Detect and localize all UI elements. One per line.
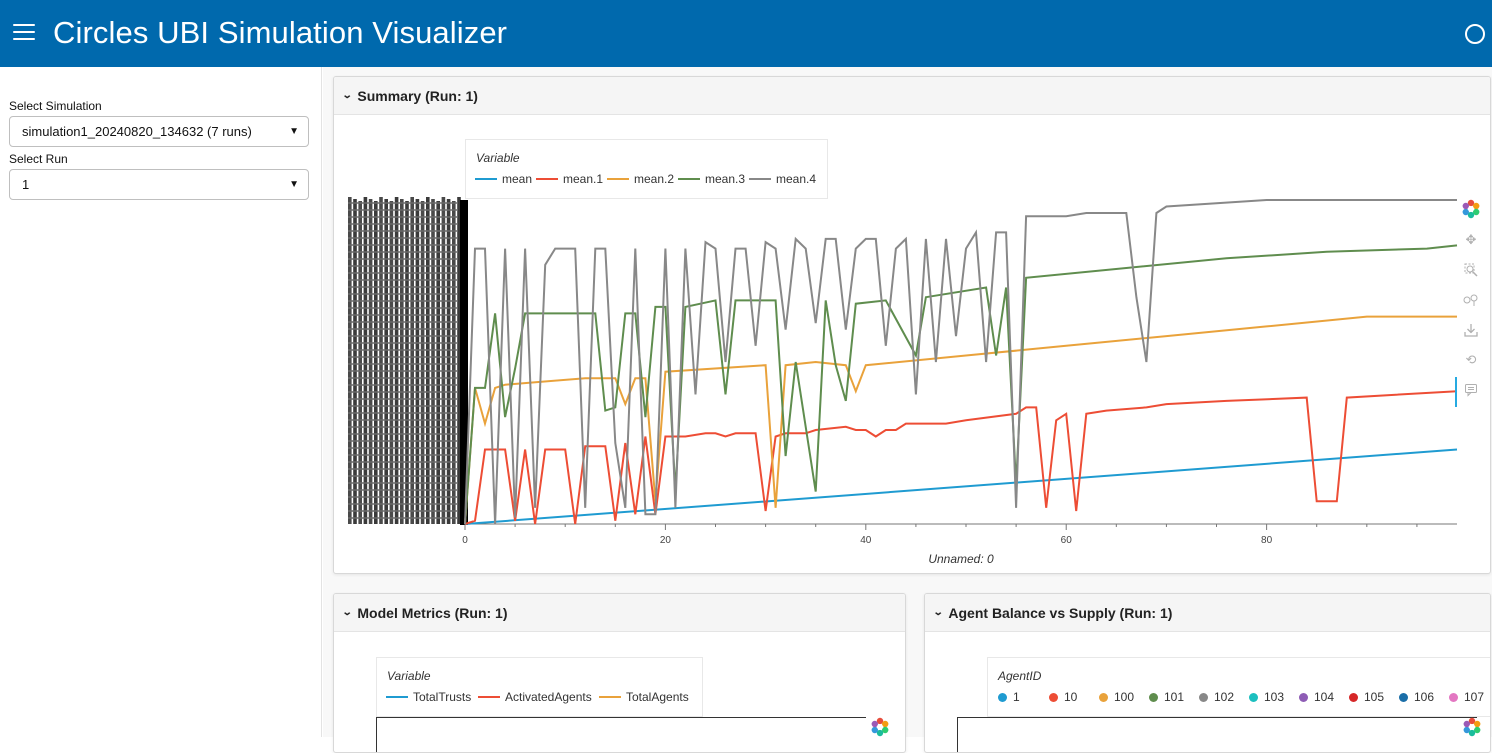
legend-item-agent-100[interactable]: 100	[1099, 690, 1134, 704]
y-tick-label-overlap	[426, 197, 430, 524]
x-tick-label: 40	[860, 535, 872, 546]
chevron-down-icon: ▼	[289, 179, 299, 190]
legend-dot	[1099, 692, 1108, 702]
y-tick-label-overlap	[379, 197, 383, 524]
agent-legend: AgentID 1 10 100 101 102 103 104 105 106 107	[987, 657, 1490, 717]
legend-label: 102	[1214, 690, 1235, 704]
reset-icon[interactable]: ⟲	[1456, 348, 1486, 372]
y-tick-label-overlap	[441, 197, 446, 524]
chevron-down-icon: ⌄	[341, 607, 353, 618]
legend-dot	[1449, 692, 1458, 702]
legend-label: ActivatedAgents	[505, 690, 592, 704]
x-tick-label: 60	[1061, 535, 1073, 546]
box-zoom-icon[interactable]	[1456, 258, 1486, 282]
y-tick-label-overlap	[410, 197, 414, 524]
bokeh-logo-icon[interactable]	[1457, 715, 1487, 739]
x-axis-label: Unnamed: 0	[928, 552, 994, 566]
legend-item-agent-105[interactable]: 105	[1349, 690, 1384, 704]
pan-icon[interactable]: ✥	[1456, 228, 1486, 252]
legend-dot	[1299, 692, 1308, 702]
legend-item-totaltrusts[interactable]: TotalTrusts	[386, 690, 471, 704]
model-metrics-card-title: Model Metrics (Run: 1)	[357, 604, 508, 621]
legend-label: 104	[1314, 690, 1335, 704]
legend-item-agent-103[interactable]: 103	[1249, 690, 1284, 704]
legend-title: AgentID	[998, 669, 1042, 683]
agent-balance-card-header[interactable]: ⌄ Agent Balance vs Supply (Run: 1)	[925, 594, 1490, 632]
legend-dot	[1149, 692, 1158, 702]
select-simulation-value: simulation1_20240820_134632 (7 runs)	[22, 124, 252, 139]
legend-label: 106	[1414, 690, 1435, 704]
y-axis-tick-labels	[348, 197, 461, 524]
legend-item-agent-102[interactable]: 102	[1199, 690, 1234, 704]
legend-label: 107	[1464, 690, 1485, 704]
active-tool-indicator	[1455, 377, 1457, 407]
select-simulation-label: Select Simulation	[9, 99, 102, 113]
select-run-dropdown[interactable]: 1 ▼	[9, 169, 309, 200]
legend-item-agent-10[interactable]: 10	[1049, 690, 1077, 704]
x-tick-label: 0	[462, 535, 468, 546]
app-title: Circles UBI Simulation Visualizer	[53, 15, 508, 50]
legend-dot	[1349, 692, 1358, 702]
sidebar: Select Simulation simulation1_20240820_1…	[0, 67, 322, 737]
legend-item-agent-1[interactable]: 1	[998, 690, 1020, 704]
legend-label: 10	[1064, 690, 1078, 704]
summary-line-chart[interactable]: 0 20 40 60 80 Unnamed: 0	[334, 77, 1491, 574]
main-content: ⌄ Summary (Run: 1) Variable mean mean.1 …	[323, 67, 1492, 753]
legend-label: TotalTrusts	[413, 690, 472, 704]
legend-swatch	[386, 696, 408, 698]
hamburger-menu-icon[interactable]	[13, 24, 35, 42]
chevron-down-icon: ▼	[289, 126, 299, 137]
model-metrics-card-header[interactable]: ⌄ Model Metrics (Run: 1)	[334, 594, 905, 632]
plot-frame	[376, 717, 866, 752]
chart-series	[464, 199, 1458, 525]
legend-dot	[1199, 692, 1208, 702]
x-tick-label: 80	[1261, 535, 1273, 546]
legend-item-agent-101[interactable]: 101	[1149, 690, 1184, 704]
bokeh-logo-icon[interactable]	[865, 715, 895, 739]
legend-label: 105	[1364, 690, 1385, 704]
model-metrics-card: ⌄ Model Metrics (Run: 1) Variable TotalT…	[333, 593, 906, 753]
legend-title: Variable	[387, 669, 431, 683]
chart-toolbar: ✥ ⟲	[1456, 197, 1486, 407]
legend-dot	[1249, 692, 1258, 702]
summary-card: ⌄ Summary (Run: 1) Variable mean mean.1 …	[333, 76, 1491, 574]
legend-label: 100	[1114, 690, 1135, 704]
legend-label: 103	[1264, 690, 1285, 704]
select-simulation-dropdown[interactable]: simulation1_20240820_134632 (7 runs) ▼	[9, 116, 309, 147]
legend-swatch	[599, 696, 621, 698]
app-header: Circles UBI Simulation Visualizer	[0, 0, 1492, 67]
chevron-down-icon: ⌄	[932, 607, 944, 618]
legend-item-agent-106[interactable]: 106	[1399, 690, 1434, 704]
legend-dot	[1049, 692, 1058, 702]
legend-label: 101	[1164, 690, 1185, 704]
agent-balance-card: ⌄ Agent Balance vs Supply (Run: 1) Agent…	[924, 593, 1491, 753]
select-run-label: Select Run	[9, 152, 68, 166]
legend-dot	[998, 692, 1007, 702]
select-run-value: 1	[22, 177, 30, 192]
legend-item-agent-104[interactable]: 104	[1299, 690, 1334, 704]
bokeh-logo-icon[interactable]	[1456, 197, 1486, 221]
legend-dot	[1399, 692, 1408, 702]
metrics-legend: Variable TotalTrusts ActivatedAgents Tot…	[376, 657, 703, 717]
legend-item-activatedagents[interactable]: ActivatedAgents	[478, 690, 592, 704]
wheel-zoom-icon[interactable]	[1456, 288, 1486, 312]
plot-frame	[957, 717, 1477, 752]
legend-item-totalagents[interactable]: TotalAgents	[599, 690, 689, 704]
y-tick-label-overlap	[394, 197, 399, 524]
legend-label: 1	[1013, 690, 1020, 704]
x-tick-label: 20	[660, 535, 672, 546]
busy-indicator-icon	[1465, 24, 1485, 44]
legend-label: TotalAgents	[626, 690, 689, 704]
legend-swatch	[478, 696, 500, 698]
agent-balance-card-title: Agent Balance vs Supply (Run: 1)	[948, 604, 1173, 621]
x-axis-ticks: 0 20 40 60 80	[462, 524, 1418, 546]
series-line-mean-4	[464, 199, 1457, 525]
legend-item-agent-107[interactable]: 107	[1449, 690, 1484, 704]
save-icon[interactable]	[1456, 318, 1486, 342]
y-tick-label-overlap	[363, 197, 368, 524]
hover-icon[interactable]	[1456, 378, 1486, 402]
y-tick-label-overlap	[348, 197, 352, 524]
